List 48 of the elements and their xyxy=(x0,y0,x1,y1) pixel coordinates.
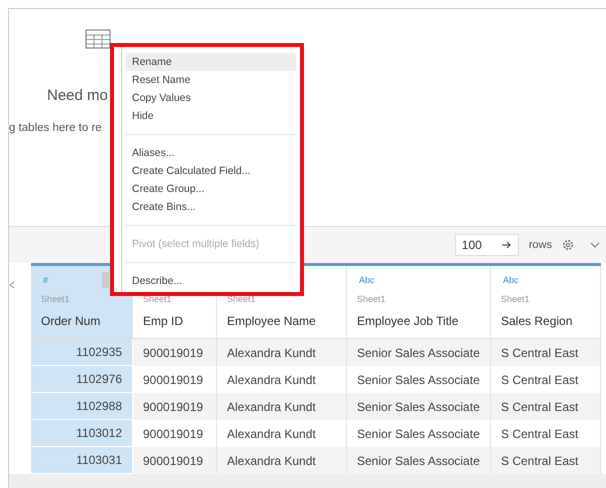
table-cell: Alexandra Kundt xyxy=(217,447,347,474)
empty-state-hint: g tables here to re xyxy=(9,121,102,136)
table-cell: 1102935 xyxy=(31,339,133,366)
table-cell: 900019019 xyxy=(133,447,217,474)
column-name: Order Num xyxy=(41,314,100,328)
source-label: Sheet1 xyxy=(41,294,70,304)
column-name: Sales Region xyxy=(501,314,572,328)
table-cell: Senior Sales Associate xyxy=(347,393,491,420)
type-icon: Abc xyxy=(359,275,375,286)
table-cell: Senior Sales Associate xyxy=(347,447,491,474)
column-name: Employee Job Title xyxy=(357,314,458,328)
table-cell: Alexandra Kundt xyxy=(217,339,347,366)
menu-item[interactable]: Hide xyxy=(126,107,296,125)
chevron-down-icon[interactable] xyxy=(590,242,600,248)
table-cell: S Central East xyxy=(491,447,601,474)
column-name: Employee Name xyxy=(227,314,316,328)
table-cell: Alexandra Kundt xyxy=(217,393,347,420)
table-cell: S Central East xyxy=(491,393,601,420)
source-label: Sheet1 xyxy=(227,294,256,304)
menu-item[interactable]: Rename xyxy=(126,53,296,71)
menu-item[interactable]: Create Calculated Field... xyxy=(126,162,296,180)
source-label: Sheet1 xyxy=(357,294,386,304)
menu-item[interactable]: Create Bins... xyxy=(126,198,296,216)
source-label: Sheet1 xyxy=(143,294,172,304)
menu-item[interactable]: Aliases... xyxy=(126,144,296,162)
menu-item[interactable]: Create Group... xyxy=(126,180,296,198)
rows-label: rows xyxy=(528,238,552,253)
type-icon: Abc xyxy=(503,275,519,286)
rows-field[interactable]: 100 xyxy=(454,234,519,256)
source-label: Sheet1 xyxy=(501,294,530,304)
table-cell: 1102988 xyxy=(31,393,133,420)
horizontal-scrollbar[interactable] xyxy=(9,474,606,488)
collapse-icon[interactable] xyxy=(9,280,15,289)
settings-icon[interactable] xyxy=(562,239,574,252)
type-icon: # xyxy=(43,275,48,286)
arrow-icon[interactable] xyxy=(502,241,512,250)
table-cell: 900019019 xyxy=(133,393,217,420)
table-cell: 1103031 xyxy=(31,447,133,474)
table-cell: Senior Sales Associate xyxy=(347,339,491,366)
table-cell: 1102976 xyxy=(31,366,133,394)
column-name: Emp ID xyxy=(143,314,184,328)
column-header[interactable]: # Sheet1 Order Num xyxy=(31,266,133,340)
table-cell: 1103012 xyxy=(31,420,133,448)
table-cell: S Central East xyxy=(491,339,601,366)
menu-item[interactable]: Copy Values xyxy=(126,89,296,107)
table-cell: 900019019 xyxy=(133,339,217,366)
empty-state-heading: Need mo xyxy=(47,86,108,106)
menu-item[interactable]: Reset Name xyxy=(126,71,296,89)
